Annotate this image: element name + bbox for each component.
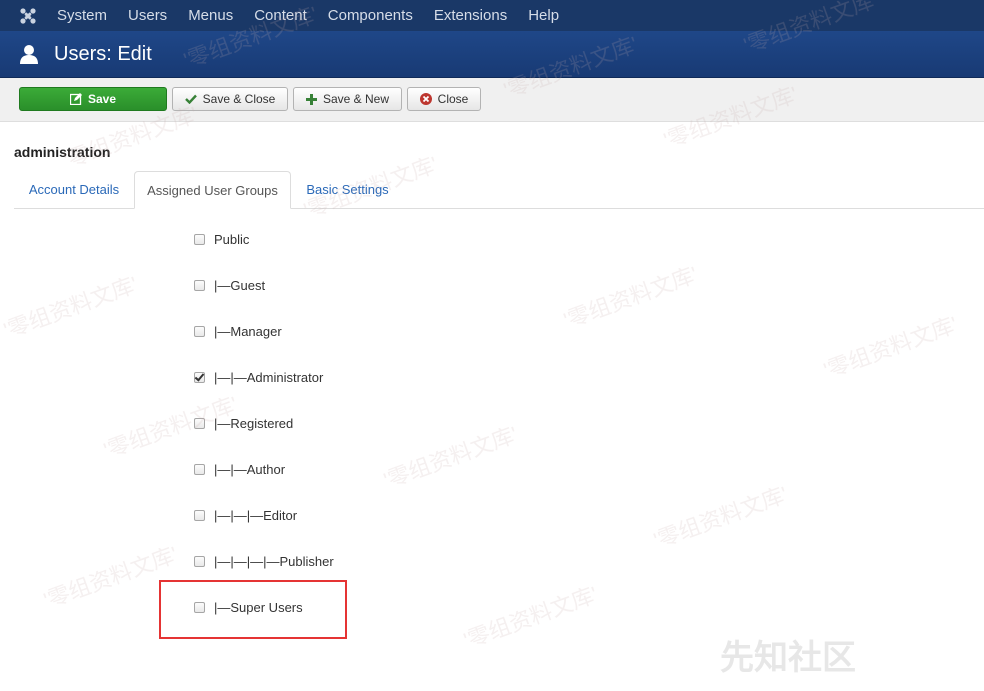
group-label: |—|—Administrator [214, 369, 324, 385]
group-row-publisher: |—|—|—|—Publisher [194, 552, 334, 570]
group-checkbox[interactable] [194, 555, 205, 567]
group-checkbox[interactable] [194, 417, 205, 429]
save-label: Save [87, 92, 117, 106]
tab-basic-settings[interactable]: Basic Settings [295, 171, 400, 208]
watermark: '零组资料文库' [380, 421, 521, 494]
group-row-guest: |—Guest [194, 276, 265, 294]
watermark: '零组资料文库' [560, 261, 701, 334]
group-row-public: Public [194, 230, 249, 248]
page-title: Users: Edit [54, 42, 152, 65]
group-checkbox[interactable] [194, 463, 205, 475]
checkmark-icon [184, 94, 197, 104]
group-label: |—|—Author [214, 461, 286, 477]
close-label: Close [437, 92, 469, 106]
menu-system[interactable]: System [57, 0, 107, 31]
watermark: '零组资料文库' [650, 481, 791, 554]
group-row-author: |—|—Author [194, 460, 285, 478]
save-close-label: Save & Close [202, 92, 276, 106]
save-close-button[interactable]: Save & Close [172, 87, 288, 111]
menu-extensions[interactable]: Extensions [434, 0, 507, 31]
group-checkbox[interactable] [194, 509, 205, 521]
user-icon [20, 44, 38, 64]
page-header: Users: Edit [0, 31, 984, 78]
group-checkbox[interactable] [194, 371, 205, 383]
group-checkbox[interactable] [194, 233, 205, 245]
save-new-button[interactable]: Save & New [293, 87, 402, 111]
edit-icon [69, 93, 82, 105]
plus-icon [305, 93, 317, 105]
watermark: '零组资料文库' [460, 581, 601, 654]
highlight-annotation [159, 580, 347, 639]
group-label: |—Registered [214, 415, 294, 431]
save-new-label: Save & New [322, 92, 390, 106]
top-nav: System Users Menus Content Components Ex… [0, 0, 984, 32]
close-button[interactable]: Close [407, 87, 481, 111]
group-label: |—Manager [214, 323, 282, 339]
site-watermark-logo: 先知社区 [720, 638, 856, 678]
group-row-administrator: |—|—Administrator [194, 368, 323, 386]
toolbar: Save Save & Close Save & New Close [0, 78, 984, 122]
tab-bar: Account Details Assigned User Groups Bas… [14, 171, 984, 209]
group-row-registered: |—Registered [194, 414, 293, 432]
menu-content[interactable]: Content [254, 0, 307, 31]
group-label: Public [214, 231, 250, 247]
menu-users[interactable]: Users [128, 0, 167, 31]
joomla-logo-icon[interactable] [17, 5, 39, 27]
tab-assigned-user-groups[interactable]: Assigned User Groups [134, 171, 291, 209]
group-checkbox[interactable] [194, 325, 205, 337]
save-button[interactable]: Save [19, 87, 167, 111]
watermark: '零组资料文库' [820, 311, 961, 384]
watermark: '零组资料文库' [0, 271, 141, 344]
menu-help[interactable]: Help [528, 0, 559, 31]
menu-components[interactable]: Components [328, 0, 413, 31]
group-label: |—|—|—|—Publisher [214, 553, 334, 569]
group-row-editor: |—|—|—Editor [194, 506, 297, 524]
group-row-manager: |—Manager [194, 322, 282, 340]
group-checkbox[interactable] [194, 279, 205, 291]
group-label: |—Guest [214, 277, 266, 293]
menu-menus[interactable]: Menus [188, 0, 233, 31]
tab-account-details[interactable]: Account Details [14, 171, 134, 208]
user-name-heading: administration [14, 144, 111, 160]
group-label: |—|—|—Editor [214, 507, 298, 523]
close-circle-icon [419, 93, 432, 105]
